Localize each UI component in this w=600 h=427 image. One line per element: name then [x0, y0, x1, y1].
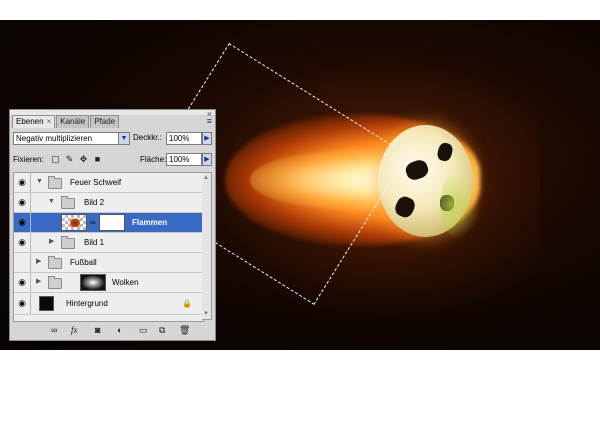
layer-thumbnail	[61, 214, 87, 231]
fx-icon[interactable]: fx	[71, 324, 78, 336]
layer-name: Feuer Schweif	[70, 178, 122, 187]
scroll-down-icon[interactable]: ▼	[203, 310, 209, 318]
tab-ebenen[interactable]: Ebenen ×	[12, 115, 56, 128]
lock-row: Fixieren: ▢ ✎ ✥ ■ Fläche: 100% ▶	[13, 153, 212, 167]
layer-row[interactable]: ◉ ▶ Wolken	[14, 273, 203, 293]
layer-name: Bild 1	[84, 238, 105, 247]
fill-slider-button[interactable]: ▶	[202, 153, 212, 166]
panel-tabs: Ebenen × Kanäle Pfade	[12, 115, 120, 128]
tab-label: Ebenen	[16, 117, 44, 126]
tab-label: Pfade	[94, 117, 116, 126]
chevron-right-icon[interactable]: ▶	[36, 278, 41, 286]
layer-row[interactable]: ◉ ▶ Bild 1	[14, 233, 203, 253]
tab-label: Kanäle	[60, 117, 86, 126]
scroll-up-icon[interactable]: ▲	[203, 174, 209, 182]
blend-mode-select[interactable]: Negativ multiplizieren ▼	[13, 132, 130, 145]
layer-mask-thumbnail[interactable]	[99, 214, 125, 231]
layer-row[interactable]: ◉ ▼ Feuer Schweif	[14, 173, 203, 193]
layer-name: Fußball	[70, 258, 97, 267]
add-mask-icon[interactable]: ◙	[95, 324, 100, 336]
layer-name: Hintergrund	[66, 299, 108, 308]
lock-all-icon[interactable]: ■	[93, 155, 102, 164]
trash-icon[interactable]: 🗑	[179, 324, 190, 336]
layer-name: Bild 2	[84, 198, 105, 207]
lock-pixels-icon[interactable]: ✎	[65, 155, 74, 164]
chevron-right-icon[interactable]: ▶	[49, 238, 54, 246]
link-icon[interactable]: ∞	[90, 218, 96, 227]
lock-icon: 🔒	[182, 299, 192, 308]
adjustment-layer-icon[interactable]: ◐	[117, 324, 122, 336]
lock-position-icon[interactable]: ✥	[79, 155, 88, 164]
lock-transparency-icon[interactable]: ▢	[51, 155, 60, 164]
new-layer-icon[interactable]: ⧉	[159, 324, 165, 336]
tab-pfade[interactable]: Pfade	[90, 115, 120, 128]
layer-row-selected[interactable]: ◉ ∞ Flammen	[14, 213, 203, 233]
layer-name: Flammen	[132, 218, 168, 227]
opacity-input[interactable]: 100%	[166, 132, 202, 145]
chevron-down-icon: ▼	[118, 133, 129, 144]
folder-icon	[48, 256, 62, 269]
layer-row[interactable]: ▶ Fußball	[14, 253, 203, 273]
eye-icon[interactable]: ◉	[14, 193, 31, 212]
lock-label: Fixieren:	[13, 155, 44, 164]
blend-row: Negativ multiplizieren ▼ Deckkr.: 100% ▶	[13, 132, 212, 147]
fill-input[interactable]: 100%	[166, 153, 202, 166]
folder-icon	[61, 236, 75, 249]
panel-menu-icon[interactable]: ≡	[207, 117, 212, 126]
panel-bottom-bar: ∞ fx ◙ ◐ ▭ ⧉ 🗑	[13, 323, 212, 337]
chevron-down-icon[interactable]: ▼	[48, 198, 55, 206]
eye-icon[interactable]: ◉	[14, 233, 31, 252]
chevron-down-icon[interactable]: ▼	[36, 178, 43, 186]
layer-list-scrollbar[interactable]: ▲ ▼	[202, 172, 212, 320]
new-group-icon[interactable]: ▭	[139, 324, 148, 336]
eye-icon[interactable]: ◉	[14, 173, 31, 192]
eye-icon[interactable]: ◉	[14, 213, 31, 232]
layer-thumbnail	[80, 274, 106, 291]
ball-patch	[435, 141, 455, 163]
opacity-label: Deckkr.:	[133, 133, 162, 142]
opacity-slider-button[interactable]: ▶	[202, 132, 212, 145]
blend-mode-value: Negativ multiplizieren	[16, 134, 93, 143]
layer-name: Wolken	[112, 278, 139, 287]
eye-icon[interactable]: ◉	[14, 293, 31, 314]
fill-label: Fläche:	[140, 155, 167, 164]
eye-icon[interactable]: ◉	[14, 273, 31, 292]
folder-icon	[48, 176, 62, 189]
ball-green-glow	[440, 170, 480, 240]
opacity-value: 100%	[169, 134, 190, 143]
layer-row[interactable]: ◉ Hintergrund 🔒	[14, 293, 203, 315]
eye-hidden-slot[interactable]	[14, 253, 31, 272]
ball-patch	[392, 194, 418, 220]
ball-patch	[403, 157, 431, 183]
tab-kanaele[interactable]: Kanäle	[56, 115, 90, 128]
layer-thumbnail	[39, 296, 54, 311]
link-icon[interactable]: ∞	[51, 324, 57, 336]
chevron-right-icon[interactable]: ▶	[36, 258, 41, 266]
layer-row[interactable]: ◉ ▼ Bild 2	[14, 193, 203, 213]
fill-value: 100%	[169, 155, 190, 164]
layers-panel: × Ebenen × Kanäle Pfade ≡ Negativ multipl…	[9, 109, 216, 341]
tab-close-icon[interactable]: ×	[47, 117, 52, 126]
folder-icon	[61, 196, 75, 209]
folder-icon	[48, 276, 62, 289]
layer-list: ◉ ▼ Feuer Schweif ◉ ▼ Bild 2 ◉ ∞ Flammen…	[13, 172, 204, 322]
